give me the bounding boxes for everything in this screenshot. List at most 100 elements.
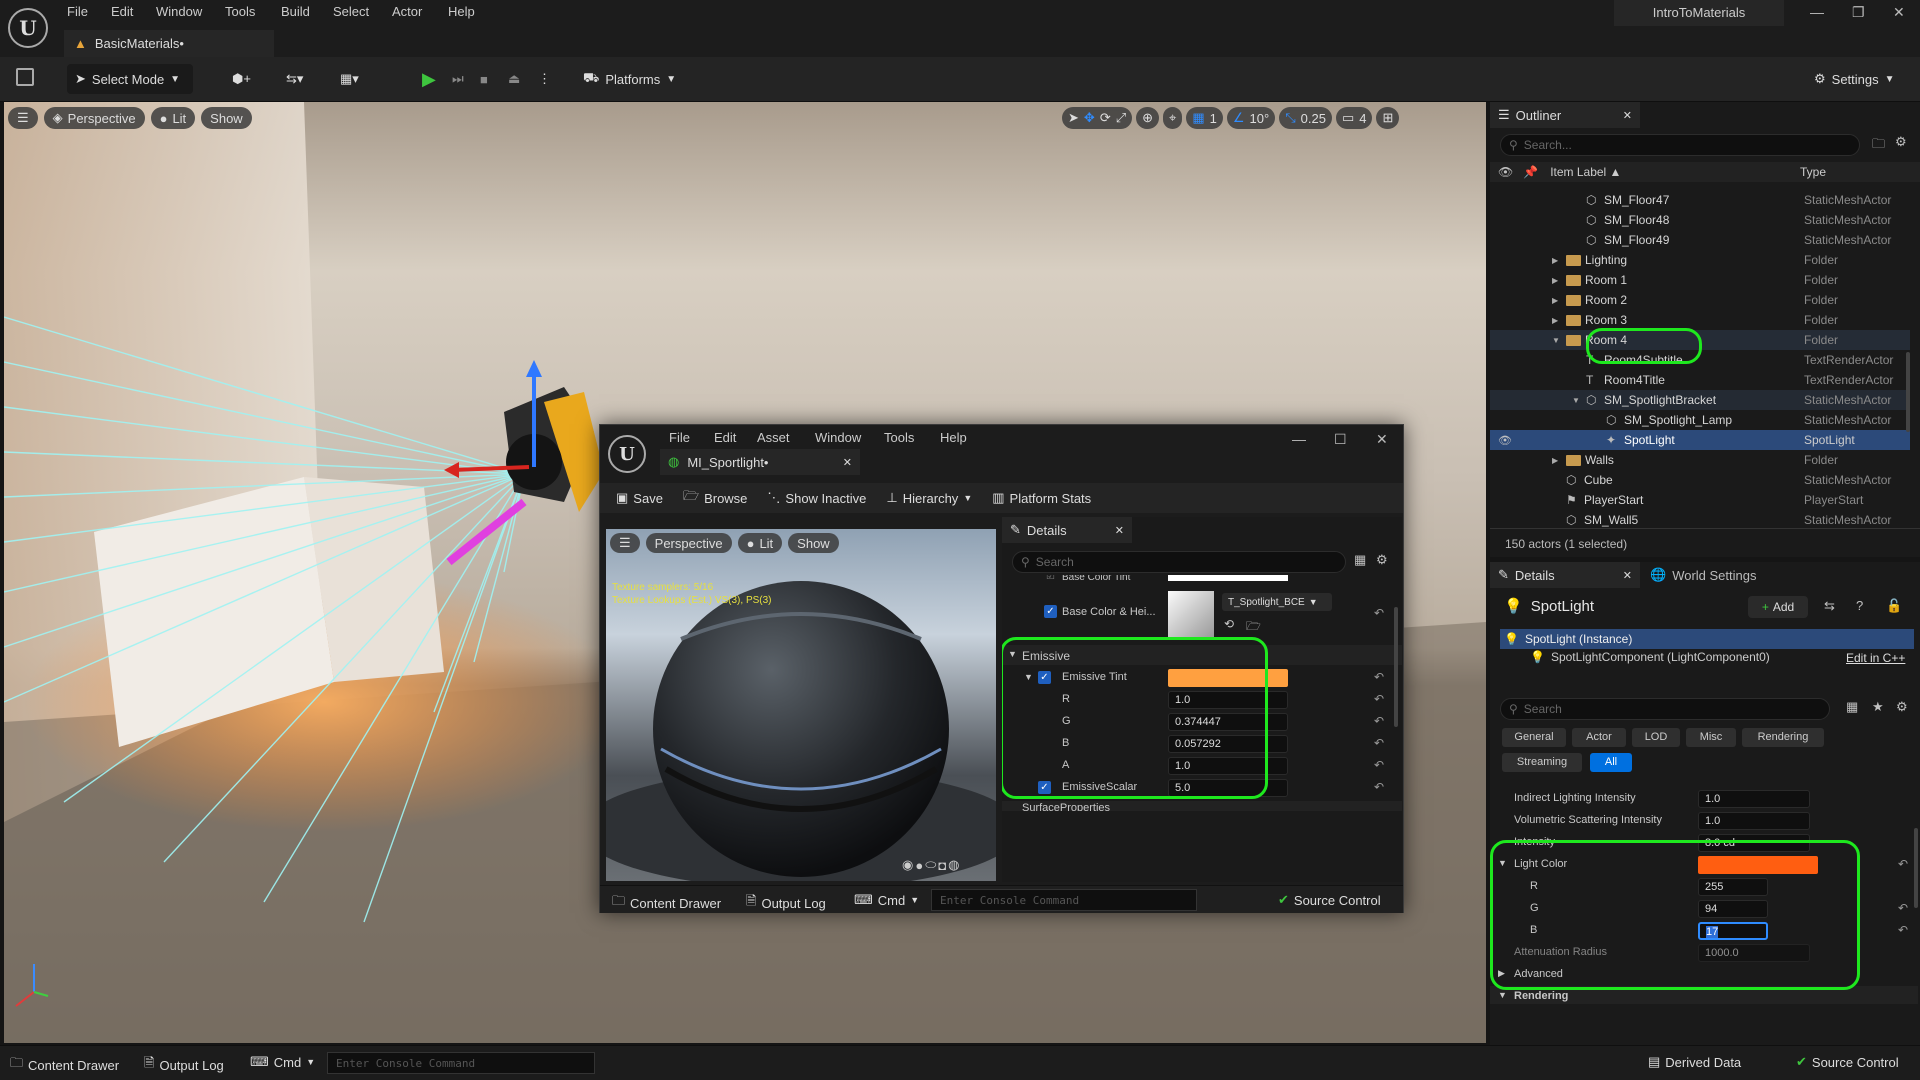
outliner-scrollbar[interactable] [1906, 352, 1910, 432]
close-tab-icon[interactable]: ✕ [1115, 524, 1124, 537]
reset-icon[interactable]: ↶ [1898, 901, 1908, 915]
add-component-button[interactable]: + Add [1748, 596, 1808, 618]
star-icon[interactable]: ★ [1872, 699, 1884, 715]
menu-edit[interactable]: Edit [111, 4, 133, 19]
tree-expand-arrow-icon[interactable]: ▶ [1552, 256, 1558, 265]
filter-streaming[interactable]: Streaming [1502, 753, 1582, 772]
outliner-row[interactable]: ▶ Room 3 Folder [1490, 310, 1910, 330]
blueprint-icon[interactable]: ⇆ [1824, 598, 1835, 614]
check-icon[interactable]: ☑ [1046, 575, 1055, 582]
reset-icon[interactable]: ↶ [1374, 736, 1384, 750]
blueprints-button[interactable]: ⇆▾ [278, 64, 311, 94]
visibility-eye-icon[interactable]: 👁 [1498, 434, 1512, 447]
reset-icon[interactable]: ↶ [1898, 923, 1908, 937]
menu-select[interactable]: Select [333, 4, 369, 19]
menu-tools[interactable]: Tools [225, 4, 255, 19]
preview-menu-button[interactable]: ☰ [610, 533, 640, 553]
mat-source-control-button[interactable]: ✔ Source Control [1278, 892, 1381, 908]
angle-snap-button[interactable]: ∠ 10° [1226, 107, 1276, 129]
output-log-button[interactable]: 🗎 Output Log [144, 1054, 224, 1076]
gear-icon[interactable]: ⚙ [1895, 134, 1907, 150]
reset-icon[interactable]: ↶ [1374, 780, 1384, 794]
show-button[interactable]: Show [201, 107, 252, 129]
details-scrollbar[interactable] [1914, 828, 1918, 908]
mat-menu-tools[interactable]: Tools [884, 430, 914, 445]
menu-file[interactable]: File [67, 4, 88, 19]
mat-details-tab[interactable]: ✎ Details ✕ [1002, 517, 1132, 543]
browse-asset-icon[interactable]: 🗁 [1246, 617, 1261, 638]
stop-button[interactable]: ■ [472, 64, 496, 94]
filter-lod[interactable]: LOD [1632, 728, 1680, 747]
preview-lit-button[interactable]: ● Lit [737, 533, 783, 553]
close-icon[interactable]: ✕ [1893, 4, 1905, 21]
unreal-logo-icon[interactable]: U [608, 435, 646, 473]
outliner-search[interactable]: ⚲ Search... [1500, 134, 1860, 156]
platform-stats-button[interactable]: ▥ Platform Stats [992, 490, 1091, 506]
step-button[interactable]: ⏭ [444, 64, 472, 94]
viewport-layout-button[interactable]: ⊞ [1376, 107, 1400, 129]
indirect-intensity-field[interactable]: 1.0 [1698, 790, 1810, 808]
source-control-button[interactable]: ✔ Source Control [1796, 1054, 1899, 1070]
tree-expand-arrow-icon[interactable]: ▶ [1552, 276, 1558, 285]
preview-show-button[interactable]: Show [788, 533, 839, 553]
unreal-logo-icon[interactable]: U [8, 8, 48, 48]
item-label-header[interactable]: Item Label ▲ [1550, 165, 1621, 179]
preview-cylinder-icon[interactable]: ◉ [902, 857, 913, 873]
lit-button[interactable]: ● Lit [150, 107, 196, 129]
component-row[interactable]: 💡 SpotLightComponent (LightComponent0) [1530, 650, 1770, 664]
mat-console-input[interactable]: Enter Console Command [931, 889, 1197, 911]
outliner-row[interactable]: ▼ ⬡ SM_SpotlightBracket StaticMeshActor [1490, 390, 1910, 410]
mat-browse-button[interactable]: 🗁 Browse [683, 487, 747, 509]
tree-expand-arrow-icon[interactable]: ▶ [1552, 316, 1558, 325]
play-options-button[interactable]: ⋮ [530, 64, 559, 94]
platforms-dropdown[interactable]: ⛟ Platforms ▼ [575, 64, 684, 94]
menu-help[interactable]: Help [448, 4, 475, 19]
base-color-tint-swatch[interactable] [1168, 575, 1288, 581]
perspective-button[interactable]: ◈ Perspective [43, 107, 145, 129]
reset-icon[interactable]: ↶ [1374, 692, 1384, 706]
gear-icon[interactable]: ⚙ [1376, 552, 1388, 568]
preview-cube-icon[interactable]: ◘ [938, 858, 946, 873]
world-settings-tab[interactable]: 🌐 World Settings [1650, 567, 1756, 583]
preview-sphere-icon[interactable]: ● [915, 858, 923, 873]
scale-snap-button[interactable]: ⤡ 0.25 [1279, 107, 1332, 129]
outliner-row[interactable]: ⬡ Cube StaticMeshActor [1490, 470, 1910, 490]
table-view-icon[interactable]: ▦ [1354, 552, 1366, 568]
grid-snap-button[interactable]: ▦ 1 [1186, 107, 1223, 129]
add-folder-icon[interactable]: 🗀 [1872, 135, 1885, 157]
cinematics-button[interactable]: ▦▾ [332, 64, 367, 94]
volumetric-intensity-field[interactable]: 1.0 [1698, 812, 1810, 830]
rotate-icon[interactable]: ⟳ [1100, 110, 1111, 126]
level-tab[interactable]: ▲ BasicMaterials• [64, 30, 274, 57]
filter-actor[interactable]: Actor [1572, 728, 1626, 747]
details-tab[interactable]: ✎ Details ✕ [1490, 562, 1640, 588]
texture-thumbnail[interactable] [1168, 591, 1214, 637]
outliner-row[interactable]: ▶ Walls Folder [1490, 450, 1910, 470]
mat-content-drawer-button[interactable]: 🗀 Content Drawer [612, 892, 721, 914]
outliner-row[interactable]: ⬡ SM_Spotlight_Lamp StaticMeshActor [1490, 410, 1910, 430]
save-icon[interactable] [16, 68, 34, 86]
move-icon[interactable]: ✥ [1084, 110, 1095, 126]
console-input[interactable]: Enter Console Command [327, 1052, 595, 1074]
edit-cpp-link[interactable]: Edit in C++ [1846, 651, 1905, 665]
filter-misc[interactable]: Misc [1686, 728, 1736, 747]
world-local-button[interactable]: ⊕ [1136, 107, 1160, 129]
pin-header-icon[interactable]: 📌 [1523, 165, 1538, 179]
derived-data-button[interactable]: ▤ Derived Data [1648, 1054, 1741, 1070]
filter-general[interactable]: General [1502, 728, 1566, 747]
outliner-tab[interactable]: ☰ Outliner ✕ [1490, 102, 1640, 128]
outliner-row[interactable]: T Room4Title TextRenderActor [1490, 370, 1910, 390]
visibility-header-icon[interactable]: 👁 [1498, 165, 1513, 179]
close-tab-icon[interactable]: ✕ [1623, 569, 1632, 582]
use-selected-icon[interactable]: ⟲ [1224, 617, 1234, 631]
tree-expand-arrow-icon[interactable]: ▶ [1552, 296, 1558, 305]
select-tool-button[interactable]: ➤ ✥ ⟳ ⤢ [1062, 107, 1133, 129]
menu-build[interactable]: Build [281, 4, 310, 19]
mat-menu-window[interactable]: Window [815, 430, 861, 445]
component-instance-row[interactable]: 💡 SpotLight (Instance) [1500, 629, 1914, 649]
reset-icon[interactable]: ↶ [1374, 670, 1384, 684]
outliner-row[interactable]: ▶ Room 2 Folder [1490, 290, 1910, 310]
reset-icon[interactable]: ↶ [1898, 857, 1908, 871]
material-preview-viewport[interactable]: ☰ Perspective ● Lit Show Texture samplers… [606, 529, 996, 881]
show-inactive-button[interactable]: ⋱ Show Inactive [767, 490, 866, 506]
